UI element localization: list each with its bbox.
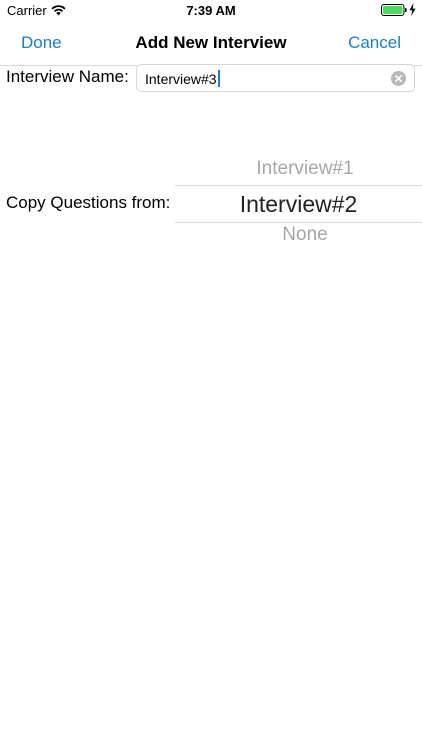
picker-option-none[interactable]: None — [175, 224, 422, 246]
interview-name-label: Interview Name: — [6, 67, 129, 86]
nav-bar: Done Add New Interview Cancel — [0, 24, 422, 66]
status-time: 7:39 AM — [186, 3, 236, 18]
picker-option-interview1[interactable]: Interview#1 — [175, 158, 422, 180]
clear-circle-icon[interactable] — [391, 71, 406, 86]
picker-option-selected[interactable]: Interview#2 — [175, 185, 422, 223]
interview-name-value[interactable]: Interview#3 — [145, 70, 220, 87]
copy-questions-picker[interactable]: Interview#1 Interview#2 None — [175, 152, 422, 252]
interview-name-text: Interview#3 — [145, 71, 217, 87]
copy-questions-label: Copy Questions from: — [6, 193, 171, 212]
status-bar: Carrier 7:39 AM — [0, 0, 422, 24]
cancel-button[interactable]: Cancel — [348, 33, 401, 53]
interview-name-field[interactable]: Interview#3 — [136, 64, 415, 92]
bolt-icon — [409, 3, 416, 16]
battery-icon — [381, 4, 407, 16]
text-caret — [217, 70, 220, 87]
